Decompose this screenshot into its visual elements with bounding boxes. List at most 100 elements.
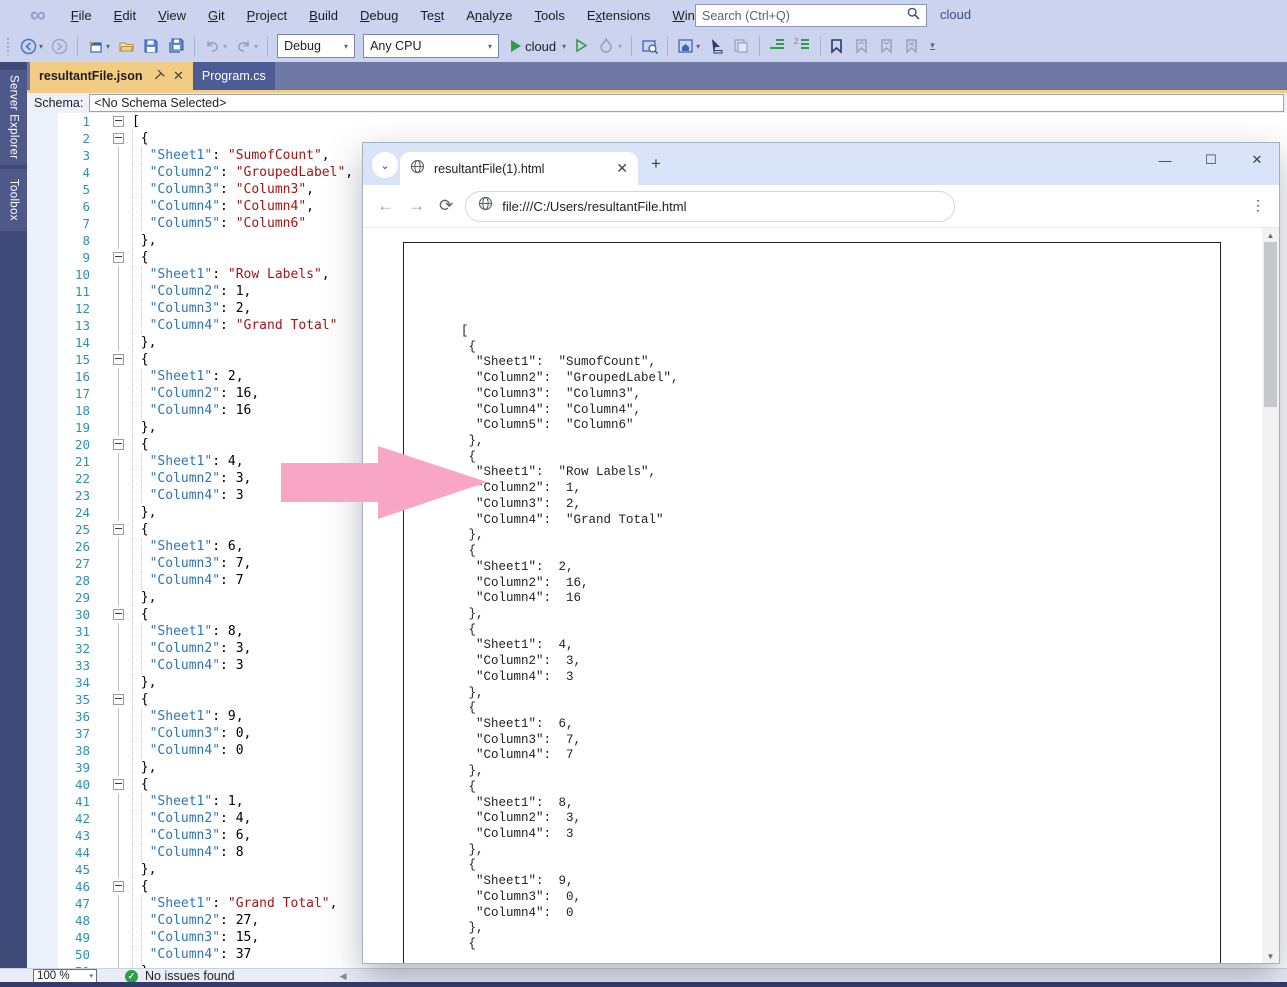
start-debugging-button[interactable]: cloud ▾ bbox=[509, 34, 568, 58]
previous-bookmark-button[interactable] bbox=[853, 34, 874, 58]
browser-reload-button[interactable]: ⟳ bbox=[439, 196, 453, 216]
redo-button[interactable]: ▾ bbox=[233, 34, 260, 58]
navigate-back-button[interactable]: ▾ bbox=[18, 34, 45, 58]
menu-item-edit[interactable]: Edit bbox=[103, 4, 147, 27]
line-number: 48 bbox=[27, 912, 90, 929]
line-number: 44 bbox=[27, 844, 90, 861]
browser-code-line: "Column2": 3, bbox=[461, 654, 679, 670]
start-without-debugging-button[interactable] bbox=[572, 34, 593, 58]
schema-label: Schema: bbox=[34, 96, 83, 110]
line-number: 46 bbox=[27, 878, 90, 895]
fold-toggle[interactable] bbox=[113, 252, 124, 263]
next-bookmark-button[interactable] bbox=[878, 34, 899, 58]
browser-menu-button[interactable]: ⋮ bbox=[1251, 197, 1265, 214]
scroll-up-arrow[interactable]: ▲ bbox=[1262, 228, 1279, 242]
decrease-indent-button[interactable] bbox=[767, 34, 788, 58]
solution-explorer-home-button[interactable]: ▾ bbox=[675, 34, 702, 58]
fold-toggle[interactable] bbox=[113, 133, 124, 144]
toolbar-overflow-button[interactable]: ▾ bbox=[928, 34, 937, 58]
find-in-files-button[interactable] bbox=[639, 34, 660, 58]
scroll-down-arrow[interactable]: ▼ bbox=[1262, 949, 1279, 963]
fold-toggle[interactable] bbox=[113, 779, 124, 790]
pointer-mode-button[interactable] bbox=[706, 34, 727, 58]
browser-tab[interactable]: resultantFile(1).html ✕ bbox=[400, 152, 638, 185]
editor-line: 8}, bbox=[27, 232, 353, 249]
browser-back-button[interactable]: ← bbox=[377, 196, 394, 216]
horizontal-scroll-left-arrow[interactable]: ◀ bbox=[340, 971, 347, 982]
fold-toggle[interactable] bbox=[113, 524, 124, 535]
line-number: 23 bbox=[27, 487, 90, 504]
open-file-button[interactable] bbox=[116, 34, 137, 58]
tab-close-icon[interactable]: ✕ bbox=[616, 160, 628, 177]
solution-configuration-select[interactable]: Debug▾ bbox=[277, 34, 355, 58]
editor-line: 1[ bbox=[27, 113, 353, 130]
editor-line: 35{ bbox=[27, 691, 353, 708]
fold-toggle[interactable] bbox=[113, 439, 124, 450]
back-dropdown-caret[interactable]: ▾ bbox=[39, 42, 43, 51]
vs-status-bar bbox=[0, 982, 1287, 987]
save-button[interactable] bbox=[141, 34, 162, 58]
menu-item-project[interactable]: Project bbox=[236, 4, 298, 27]
account-name[interactable]: cloud bbox=[940, 7, 971, 22]
editor-line: 45}, bbox=[27, 861, 353, 878]
save-all-button[interactable] bbox=[166, 34, 187, 58]
tab-resultantfile-json[interactable]: resultantFile.json ⊤ ✕ bbox=[30, 62, 193, 90]
window-maximize-button[interactable]: ☐ bbox=[1188, 143, 1234, 177]
fold-toggle[interactable] bbox=[113, 116, 124, 127]
menu-item-analyze[interactable]: Analyze bbox=[455, 4, 523, 27]
menu-item-file[interactable]: File bbox=[60, 4, 103, 27]
menu-item-git[interactable]: Git bbox=[197, 4, 236, 27]
pin-icon[interactable]: ⊤ bbox=[149, 67, 166, 84]
line-number: 1 bbox=[27, 113, 90, 130]
browser-code-line: { bbox=[461, 937, 679, 953]
fold-toggle[interactable] bbox=[113, 881, 124, 892]
tab-program-cs[interactable]: Program.cs bbox=[193, 62, 275, 90]
window-minimize-button[interactable]: — bbox=[1142, 143, 1188, 177]
browser-code-line: }, bbox=[461, 843, 679, 859]
fold-toggle[interactable] bbox=[113, 694, 124, 705]
line-number: 43 bbox=[27, 827, 90, 844]
schema-select[interactable]: <No Schema Selected> bbox=[89, 94, 1284, 112]
window-close-button[interactable]: ✕ bbox=[1234, 143, 1280, 177]
solution-platform-select[interactable]: Any CPU▾ bbox=[363, 34, 499, 58]
scrollbar-thumb[interactable] bbox=[1264, 242, 1277, 407]
fold-toggle[interactable] bbox=[113, 609, 124, 620]
menu-item-view[interactable]: View bbox=[147, 4, 197, 27]
navigate-forward-button[interactable] bbox=[49, 34, 70, 58]
line-number: 38 bbox=[27, 742, 90, 759]
address-bar[interactable]: file:///C:/Users/resultantFile.html bbox=[465, 191, 955, 222]
line-number: 11 bbox=[27, 283, 90, 300]
line-number: 31 bbox=[27, 623, 90, 640]
increase-indent-button[interactable]: 2 bbox=[792, 34, 813, 58]
copy-parent-button[interactable] bbox=[731, 34, 752, 58]
browser-code-line: "Column4": 3 bbox=[461, 670, 679, 686]
line-number: 10 bbox=[27, 266, 90, 283]
hot-reload-button[interactable]: ▾ bbox=[597, 34, 624, 58]
line-number: 33 bbox=[27, 657, 90, 674]
menu-item-test[interactable]: Test bbox=[409, 4, 455, 27]
issues-indicator[interactable]: ✓ No issues found bbox=[125, 969, 235, 983]
browser-scrollbar[interactable]: ▲ ▼ bbox=[1262, 228, 1279, 963]
browser-forward-button[interactable]: → bbox=[408, 196, 425, 216]
new-project-button[interactable]: ▾ bbox=[85, 34, 112, 58]
sidebar-tab-toolbox[interactable]: Toolbox bbox=[0, 169, 27, 231]
close-icon[interactable]: ✕ bbox=[173, 68, 184, 84]
undo-button[interactable]: ▾ bbox=[202, 34, 229, 58]
menu-item-extensions[interactable]: Extensions bbox=[576, 4, 662, 27]
menu-item-debug[interactable]: Debug bbox=[349, 4, 409, 27]
browser-code-line: "Column4": 3 bbox=[461, 827, 679, 843]
new-tab-button[interactable]: + bbox=[651, 154, 661, 174]
clear-bookmarks-button[interactable] bbox=[903, 34, 924, 58]
fold-toggle[interactable] bbox=[113, 354, 124, 365]
browser-code-line: "Sheet1": 4, bbox=[461, 638, 679, 654]
browser-code-line: }, bbox=[461, 686, 679, 702]
sidebar-tab-server-explorer[interactable]: Server Explorer bbox=[0, 70, 27, 165]
toggle-bookmark-button[interactable] bbox=[828, 34, 849, 58]
tab-search-chevron-button[interactable]: ⌄ bbox=[372, 152, 398, 178]
browser-toolbar: ← → ⟳ file:///C:/Users/resultantFile.htm… bbox=[363, 185, 1279, 228]
line-number: 34 bbox=[27, 674, 90, 691]
search-input[interactable]: Search (Ctrl+Q) bbox=[695, 4, 927, 27]
toolbar-grip[interactable] bbox=[6, 37, 11, 55]
menu-item-tools[interactable]: Tools bbox=[523, 4, 575, 27]
menu-item-build[interactable]: Build bbox=[298, 4, 349, 27]
